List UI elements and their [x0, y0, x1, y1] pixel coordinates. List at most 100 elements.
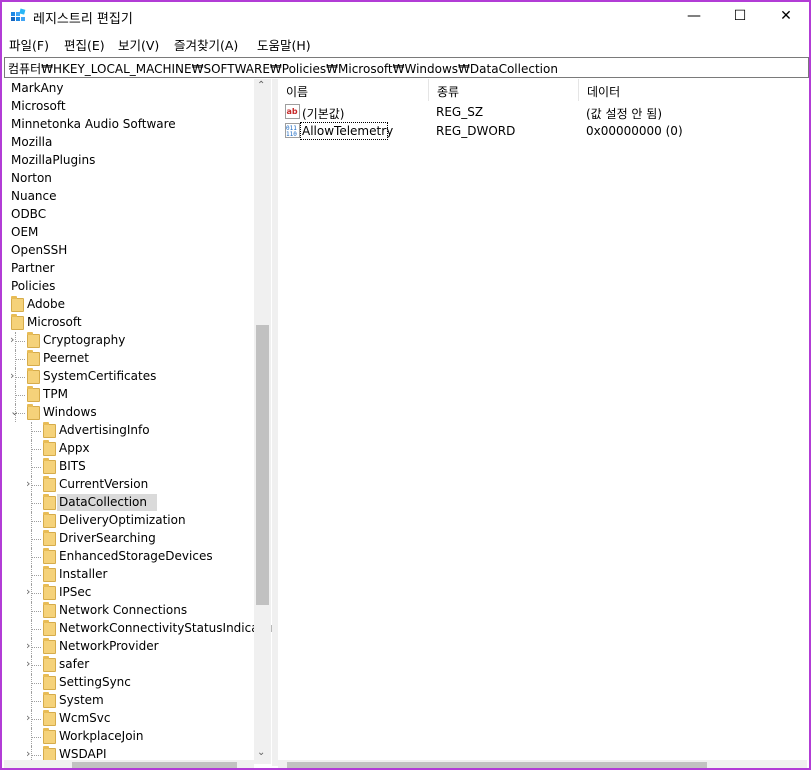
- tree-item-label: SystemCertificates: [43, 369, 157, 383]
- tree-connector-line: [31, 449, 41, 450]
- tree-item[interactable]: › IPSec: [4, 584, 254, 602]
- tree-item[interactable]: EnhancedStorageDevices: [4, 548, 254, 566]
- folder-icon: [43, 674, 56, 690]
- tree-item-label: Microsoft: [27, 315, 82, 329]
- menu-help[interactable]: 도움말(H): [257, 35, 311, 54]
- column-header-type[interactable]: 종류: [429, 79, 579, 101]
- tree-item[interactable]: › SystemCertificates: [4, 368, 254, 386]
- tree-item[interactable]: › Cryptography: [4, 332, 254, 350]
- tree-item[interactable]: SettingSync: [4, 674, 254, 692]
- chevron-right-icon[interactable]: ›: [10, 334, 20, 346]
- tree-item[interactable]: AdvertisingInfo: [4, 422, 254, 440]
- tree-item-label: Minnetonka Audio Software: [11, 117, 176, 131]
- tree-item[interactable]: DeliveryOptimization: [4, 512, 254, 530]
- tree-connector-line: [31, 539, 41, 540]
- tree-item[interactable]: Policies: [4, 278, 254, 296]
- list-hscroll-thumb[interactable]: [287, 762, 707, 768]
- menu-edit[interactable]: 편집(E): [64, 35, 105, 54]
- tree-item[interactable]: › WcmSvc: [4, 710, 254, 728]
- tree-item-label: WcmSvc: [59, 711, 111, 725]
- tree-scroll-thumb[interactable]: [256, 325, 269, 605]
- menu-favorites[interactable]: 즐겨찾기(A): [174, 35, 238, 54]
- chevron-right-icon[interactable]: ›: [26, 712, 36, 724]
- chevron-right-icon[interactable]: ›: [10, 370, 20, 382]
- address-path: 컴퓨터₩HKEY_LOCAL_MACHINE₩SOFTWARE₩Policies…: [8, 62, 558, 76]
- tree-item[interactable]: NetworkConnectivityStatusIndicator: [4, 620, 272, 638]
- chevron-right-icon[interactable]: ›: [26, 478, 36, 490]
- tree-item[interactable]: ODBC: [4, 206, 254, 224]
- tree-item[interactable]: DataCollection: [4, 494, 254, 512]
- tree-item[interactable]: › safer: [4, 656, 254, 674]
- values-list-pane[interactable]: 이름 종류 데이터 ab (기본값) REG_SZ (값 설정 안 됨) 011…: [278, 79, 807, 766]
- tree-item[interactable]: Appx: [4, 440, 254, 458]
- value-type: REG_SZ: [436, 105, 484, 119]
- column-header-data[interactable]: 데이터: [579, 79, 806, 101]
- chevron-right-icon[interactable]: ›: [26, 658, 36, 670]
- chevron-right-icon[interactable]: ›: [26, 640, 36, 652]
- menu-file[interactable]: 파일(F): [9, 35, 49, 54]
- tree-item[interactable]: MarkAny: [4, 80, 254, 98]
- chevron-down-icon[interactable]: ⌄: [10, 406, 20, 418]
- menu-view[interactable]: 보기(V): [118, 35, 159, 54]
- chevron-right-icon[interactable]: ›: [26, 586, 36, 598]
- scroll-up-arrow-icon[interactable]: ⌃: [257, 80, 265, 91]
- tree-item[interactable]: WorkplaceJoin: [4, 728, 254, 746]
- maximize-button[interactable]: ☐: [717, 2, 763, 30]
- tree-item[interactable]: TPM: [4, 386, 254, 404]
- tree-item[interactable]: Microsoft: [4, 98, 254, 116]
- value-row[interactable]: 011 110 AllowTelemetry REG_DWORD 0x00000…: [278, 122, 807, 141]
- svg-text:ab: ab: [287, 107, 298, 116]
- tree-item[interactable]: Network Connections: [4, 602, 254, 620]
- tree-item[interactable]: Adobe: [4, 296, 254, 314]
- tree-connector-line: [31, 467, 41, 468]
- tree-item-label: safer: [59, 657, 90, 671]
- svg-text:110: 110: [286, 131, 297, 138]
- tree-item[interactable]: › NetworkProvider: [4, 638, 254, 656]
- tree-item[interactable]: Minnetonka Audio Software: [4, 116, 254, 134]
- tree-item[interactable]: Microsoft: [4, 314, 254, 332]
- close-button[interactable]: ✕: [763, 2, 809, 30]
- address-bar[interactable]: 컴퓨터₩HKEY_LOCAL_MACHINE₩SOFTWARE₩Policies…: [4, 57, 809, 78]
- tree-item-label: Nuance: [11, 189, 57, 203]
- tree-item[interactable]: MozillaPlugins: [4, 152, 254, 170]
- chevron-right-icon[interactable]: ›: [26, 748, 36, 760]
- tree-item[interactable]: › CurrentVersion: [4, 476, 254, 494]
- folder-icon: [43, 530, 56, 546]
- tree-item[interactable]: OpenSSH: [4, 242, 254, 260]
- folder-icon: [43, 656, 56, 672]
- tree-item-label: DeliveryOptimization: [59, 513, 186, 527]
- folder-icon: [43, 620, 56, 636]
- string-value-icon: ab: [285, 104, 300, 119]
- tree-item-label: Microsoft: [11, 99, 66, 113]
- tree-item[interactable]: Mozilla: [4, 134, 254, 152]
- tree-item[interactable]: DriverSearching: [4, 530, 254, 548]
- value-row[interactable]: ab (기본값) REG_SZ (값 설정 안 됨): [278, 103, 807, 122]
- folder-icon: [43, 548, 56, 564]
- tree-vertical-scrollbar[interactable]: ⌃ ⌄: [254, 79, 271, 764]
- folder-icon: [43, 602, 56, 618]
- tree-item-label: IPSec: [59, 585, 92, 599]
- tree-item[interactable]: OEM: [4, 224, 254, 242]
- tree-item[interactable]: Norton: [4, 170, 254, 188]
- tree-item[interactable]: Peernet: [4, 350, 254, 368]
- tree-connector-line: [31, 431, 41, 432]
- tree-item[interactable]: Partner: [4, 260, 254, 278]
- value-name: AllowTelemetry: [302, 124, 394, 138]
- minimize-button[interactable]: —: [671, 2, 717, 30]
- scroll-down-arrow-icon[interactable]: ⌄: [257, 747, 265, 758]
- tree-item[interactable]: Installer: [4, 566, 254, 584]
- folder-icon: [43, 638, 56, 654]
- tree-item[interactable]: System: [4, 692, 254, 710]
- column-header-name[interactable]: 이름: [278, 79, 429, 101]
- tree-item-label: TPM: [43, 387, 68, 401]
- tree-item-label: BITS: [59, 459, 86, 473]
- tree-item[interactable]: BITS: [4, 458, 254, 476]
- tree-item[interactable]: Nuance: [4, 188, 254, 206]
- folder-icon: [27, 350, 40, 366]
- folder-icon: [27, 332, 40, 348]
- tree-item-label: Cryptography: [43, 333, 126, 347]
- tree-item[interactable]: ⌄ Windows: [4, 404, 254, 422]
- key-tree-pane[interactable]: MarkAny Microsoft Minnetonka Audio Softwar…: [4, 79, 273, 766]
- tree-hscroll-thumb[interactable]: [72, 762, 237, 768]
- folder-icon: [43, 584, 56, 600]
